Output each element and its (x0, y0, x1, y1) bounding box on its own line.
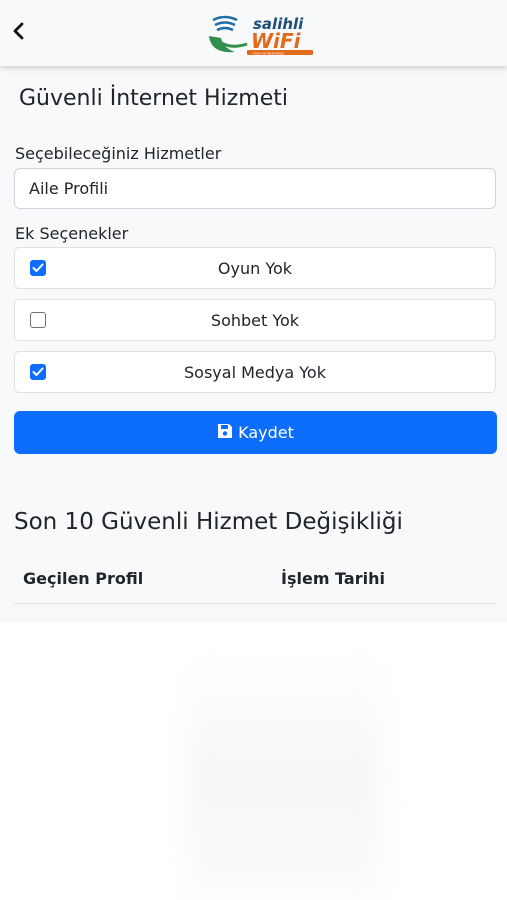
chevron-left-icon (11, 21, 25, 45)
option-label: Sohbet Yok (210, 310, 300, 330)
services-label: Seçebileceğiniz Hizmetler (15, 144, 222, 163)
option-oyun-yok[interactable]: Oyun Yok (14, 247, 496, 289)
column-header-profile: Geçilen Profil (23, 569, 144, 588)
background-blur (185, 650, 385, 900)
save-button[interactable]: Kaydet (14, 411, 497, 454)
main-content: Güvenli İnternet Hizmeti Seçebileceğiniz… (0, 66, 507, 622)
checkmark-icon (32, 263, 44, 272)
option-label: Sosyal Medya Yok (184, 362, 326, 382)
checkbox-checked[interactable] (30, 260, 46, 276)
option-sosyal-medya-yok[interactable]: Sosyal Medya Yok (14, 351, 496, 393)
option-label: Oyun Yok (217, 258, 293, 278)
services-selected-value: Aile Profili (29, 179, 109, 198)
app-screen: salihli WiFi Hızlı ve Kesintisiz Güvenli… (0, 0, 507, 900)
page-title: Güvenli İnternet Hizmeti (19, 86, 288, 111)
logo-bottom-text: WiFi (251, 29, 302, 53)
extras-label: Ek Seçenekler (15, 224, 129, 243)
option-sohbet-yok[interactable]: Sohbet Yok (14, 299, 496, 341)
logo-tagline: Hızlı ve Kesintisiz (253, 51, 284, 55)
salihli-wifi-logo: salihli WiFi Hızlı ve Kesintisiz (207, 10, 319, 58)
column-header-date: İşlem Tarihi (281, 569, 385, 588)
checkbox-checked[interactable] (30, 364, 46, 380)
save-button-label: Kaydet (238, 423, 294, 442)
top-navbar: salihli WiFi Hızlı ve Kesintisiz (0, 0, 507, 66)
history-title: Son 10 Güvenli Hizmet Değişikliği (14, 509, 403, 535)
checkbox-unchecked[interactable] (30, 312, 46, 328)
services-select[interactable]: Aile Profili (14, 168, 496, 209)
checkmark-icon (32, 367, 44, 376)
table-divider (14, 603, 497, 604)
floppy-disk-icon (217, 423, 238, 443)
back-button[interactable] (6, 18, 30, 48)
